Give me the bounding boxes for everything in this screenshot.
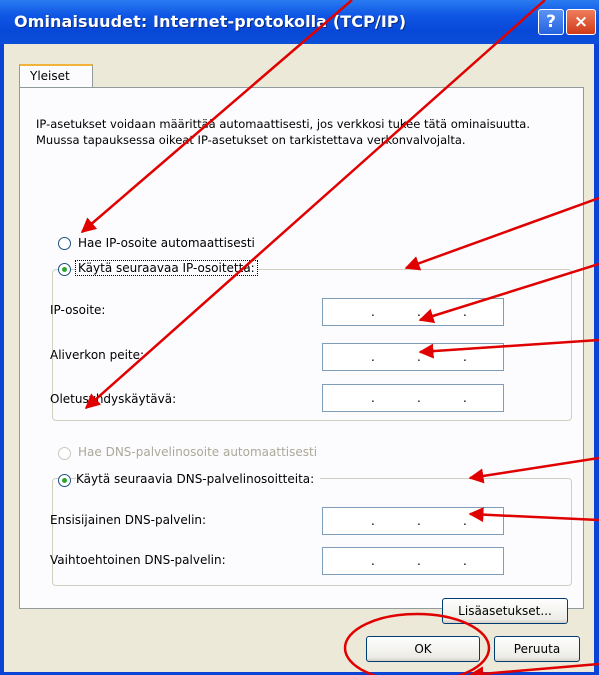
radio-dns-manual[interactable] [58, 474, 71, 487]
title-bar[interactable]: Ominaisuudet: Internet-protokolla (TCP/I… [0, 0, 599, 44]
radio-dns-auto[interactable] [58, 447, 71, 460]
ok-button[interactable]: OK [366, 636, 480, 662]
default-gateway-label: Oletusyhdyskäytävä: [50, 392, 177, 406]
tab-panel-general: IP-asetukset voidaan määrittää automaatt… [19, 87, 584, 624]
preferred-dns-field[interactable]: ... [322, 507, 504, 535]
radio-ip-auto[interactable] [58, 237, 71, 250]
radio-ip-auto-label[interactable]: Hae IP-osoite automaattisesti [78, 236, 255, 250]
radio-dns-manual-label[interactable]: Käytä seuraavia DNS-palvelinosoitteita: [76, 472, 321, 486]
tab-general[interactable]: Yleiset [19, 64, 93, 88]
alternate-dns-label: Vaihtoehtoinen DNS-palvelin: [50, 553, 226, 567]
help-button[interactable]: ? [538, 9, 564, 35]
alternate-dns-field[interactable]: ... [322, 547, 504, 575]
default-gateway-field[interactable]: ... [322, 384, 504, 412]
subnet-mask-label: Aliverkon peite: [50, 348, 145, 362]
cancel-button[interactable]: Peruuta [494, 636, 580, 662]
subnet-mask-field[interactable]: ... [322, 343, 504, 371]
dialog-client-area: Yleiset IP-asetukset voidaan määrittää a… [4, 44, 594, 672]
advanced-button[interactable]: Lisäasetukset... [442, 598, 568, 624]
radio-dns-auto-label[interactable]: Hae DNS-palvelinosoite automaattisesti [78, 445, 317, 459]
close-button[interactable]: × [566, 9, 596, 35]
description-text: IP-asetukset voidaan määrittää automaatt… [36, 117, 531, 147]
preferred-dns-label: Ensisijainen DNS-palvelin: [50, 513, 207, 527]
radio-ip-manual-label[interactable]: Käytä seuraavaa IP-osoitetta: [75, 260, 258, 276]
ip-address-field[interactable]: ... [322, 298, 504, 326]
radio-ip-manual[interactable] [58, 263, 71, 276]
window-title: Ominaisuudet: Internet-protokolla (TCP/I… [14, 12, 407, 31]
dialog-window: Ominaisuudet: Internet-protokolla (TCP/I… [0, 0, 599, 675]
ip-address-label: IP-osoite: [50, 303, 106, 317]
